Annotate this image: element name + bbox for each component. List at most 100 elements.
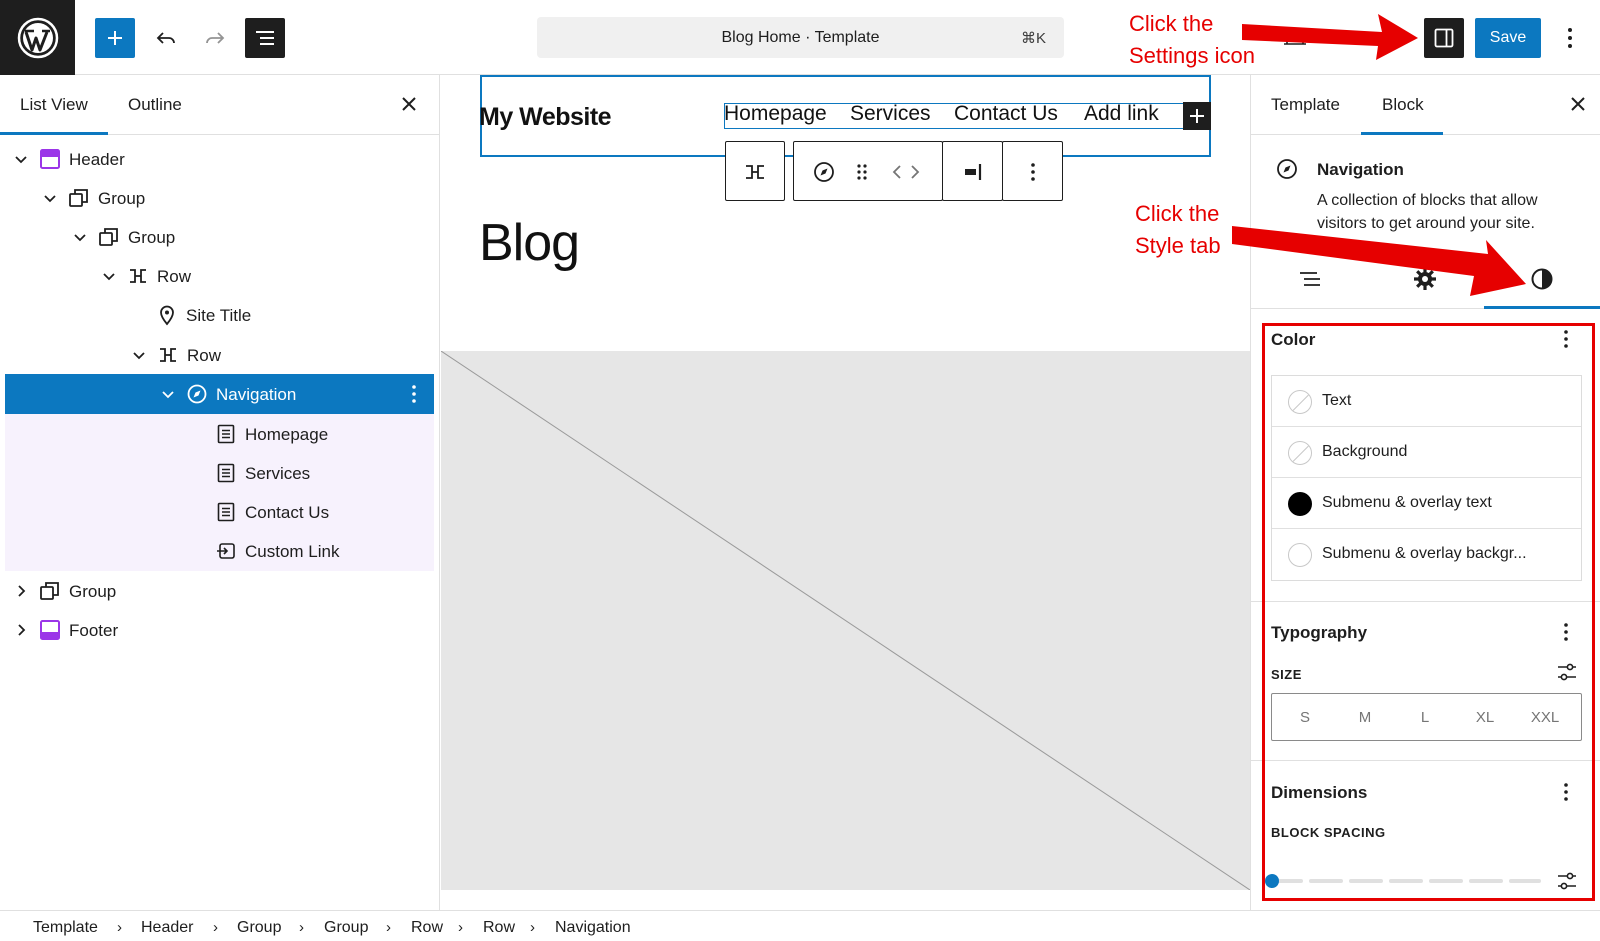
breadcrumb-separator: ›: [458, 919, 463, 936]
more-vertical-icon[interactable]: [404, 383, 424, 405]
top-toolbar: Blog Home · Template ⌘K Save: [0, 0, 1600, 75]
image-placeholder[interactable]: [441, 351, 1250, 890]
list-view-icon[interactable]: [1297, 266, 1323, 292]
tree-item-label: Navigation: [216, 385, 297, 404]
navigation-compass-icon: [1277, 159, 1297, 179]
group-icon: [99, 228, 118, 246]
tree-item-label: Group: [98, 189, 146, 208]
move-arrows-icon[interactable]: [890, 160, 922, 184]
template-part-icon: [40, 149, 60, 169]
toolbar-options-group: [1002, 141, 1063, 201]
breadcrumb-item[interactable]: Row: [483, 919, 515, 937]
document-title: Blog Home · Template: [721, 29, 880, 46]
style-contrast-icon[interactable]: [1529, 266, 1555, 292]
drag-handle-icon[interactable]: [850, 160, 874, 184]
tree-item-header[interactable]: Header: [5, 139, 434, 179]
breadcrumb-item[interactable]: Header: [141, 919, 193, 937]
tree-item-navigation[interactable]: Navigation: [5, 374, 434, 414]
tree-item-contact-us[interactable]: Contact Us: [5, 492, 434, 532]
tree-item-footer[interactable]: Footer: [5, 610, 434, 650]
close-settings-button[interactable]: [1567, 93, 1589, 115]
nav-link-homepage[interactable]: Homepage: [724, 102, 827, 126]
save-button[interactable]: Save: [1475, 18, 1541, 58]
block-breadcrumb: Template › Header › Group › Group › Row …: [0, 910, 1600, 941]
wordpress-icon: [17, 17, 58, 58]
page-heading[interactable]: Blog: [479, 213, 580, 273]
more-vertical-icon[interactable]: [1021, 160, 1045, 184]
breadcrumb-separator: ›: [299, 919, 304, 936]
close-icon: [402, 97, 416, 111]
tree-item-site-title[interactable]: Site Title: [5, 295, 434, 335]
tree-item-group[interactable]: Group: [5, 217, 434, 257]
plus-icon: [108, 31, 122, 45]
breadcrumb-item[interactable]: Navigation: [555, 919, 631, 937]
tree-item-row[interactable]: Row: [5, 256, 434, 296]
toolbar-block-group: [793, 141, 943, 201]
toolbar-parent-group: [725, 141, 785, 201]
breadcrumb-item[interactable]: Template: [33, 919, 98, 937]
redo-button[interactable]: [195, 18, 235, 58]
chevron-down-icon: [74, 234, 86, 242]
annotation-line: Style tab: [1135, 233, 1221, 258]
tab-block[interactable]: Block: [1382, 95, 1424, 115]
chevron-down-icon: [103, 273, 115, 281]
active-tab-indicator: [1361, 132, 1443, 135]
page-icon: [217, 424, 235, 444]
site-title[interactable]: My Website: [479, 103, 612, 132]
tree-item-label: Services: [245, 464, 311, 483]
tree-item-homepage[interactable]: Homepage: [5, 414, 434, 454]
editor-canvas[interactable]: My Website Homepage Services Contact Us …: [441, 75, 1250, 910]
document-overview-button[interactable]: [245, 18, 285, 58]
wordpress-logo-button[interactable]: [0, 0, 75, 75]
tree-item-services[interactable]: Services: [5, 453, 434, 493]
tree-item-label: Contact Us: [245, 503, 330, 522]
row-icon: [130, 269, 146, 283]
breadcrumb-item[interactable]: Row: [411, 919, 443, 937]
tab-outline[interactable]: Outline: [128, 95, 182, 115]
list-view-panel: List View Outline Header Group Group Row…: [0, 75, 440, 910]
add-block-button[interactable]: [95, 18, 135, 58]
breadcrumb-separator: ›: [117, 919, 122, 936]
tree-item-custom-link[interactable]: Custom Link: [5, 531, 434, 571]
chevron-down-icon: [15, 156, 27, 164]
view-icon[interactable]: [1282, 26, 1308, 48]
settings-button[interactable]: [1424, 18, 1464, 58]
tree-item-label: Site Title: [186, 306, 252, 325]
tree-item-group[interactable]: Group: [5, 571, 434, 611]
tree-item-row[interactable]: Row: [5, 335, 434, 375]
breadcrumb-separator: ›: [530, 919, 535, 936]
gear-icon[interactable]: [1412, 266, 1438, 292]
tree-item-label: Group: [128, 228, 176, 247]
chevron-right-icon: [18, 624, 26, 636]
tree-item-group[interactable]: Group: [5, 178, 434, 218]
tab-template[interactable]: Template: [1271, 95, 1340, 115]
nav-link-contact-us[interactable]: Contact Us: [954, 102, 1058, 126]
options-button[interactable]: [1555, 18, 1585, 58]
more-vertical-icon: [1568, 28, 1572, 48]
left-panel-tabs: List View Outline: [0, 75, 440, 135]
block-card-title: Navigation: [1317, 160, 1404, 179]
tree-item-label: Group: [69, 582, 117, 601]
undo-button[interactable]: [146, 18, 186, 58]
nav-add-button[interactable]: [1183, 102, 1211, 130]
breadcrumb-item[interactable]: Group: [237, 919, 281, 937]
breadcrumb-item[interactable]: Group: [324, 919, 368, 937]
group-icon: [40, 582, 59, 600]
nav-link-services[interactable]: Services: [850, 102, 931, 126]
annotation-style-hint: Click the Style tab: [1135, 198, 1221, 262]
tab-list-view[interactable]: List View: [20, 95, 88, 115]
tree-item-label: Custom Link: [245, 542, 340, 561]
page-icon: [217, 463, 235, 483]
plus-icon: [1190, 109, 1204, 123]
nav-add-link[interactable]: Add link: [1084, 102, 1159, 126]
annotation-settings-hint: Click the Settings icon: [1129, 8, 1255, 72]
sidebar-tabs: Template Block: [1251, 75, 1600, 135]
chevron-down-icon: [162, 391, 174, 399]
annotation-line: Settings icon: [1129, 43, 1255, 68]
justify-right-icon[interactable]: [961, 160, 985, 184]
close-list-view-button[interactable]: [398, 93, 420, 115]
breadcrumb-separator: ›: [213, 919, 218, 936]
navigation-compass-icon[interactable]: [812, 160, 836, 184]
command-palette-bar[interactable]: Blog Home · Template ⌘K: [537, 17, 1064, 58]
select-parent-row-icon[interactable]: [743, 160, 767, 184]
